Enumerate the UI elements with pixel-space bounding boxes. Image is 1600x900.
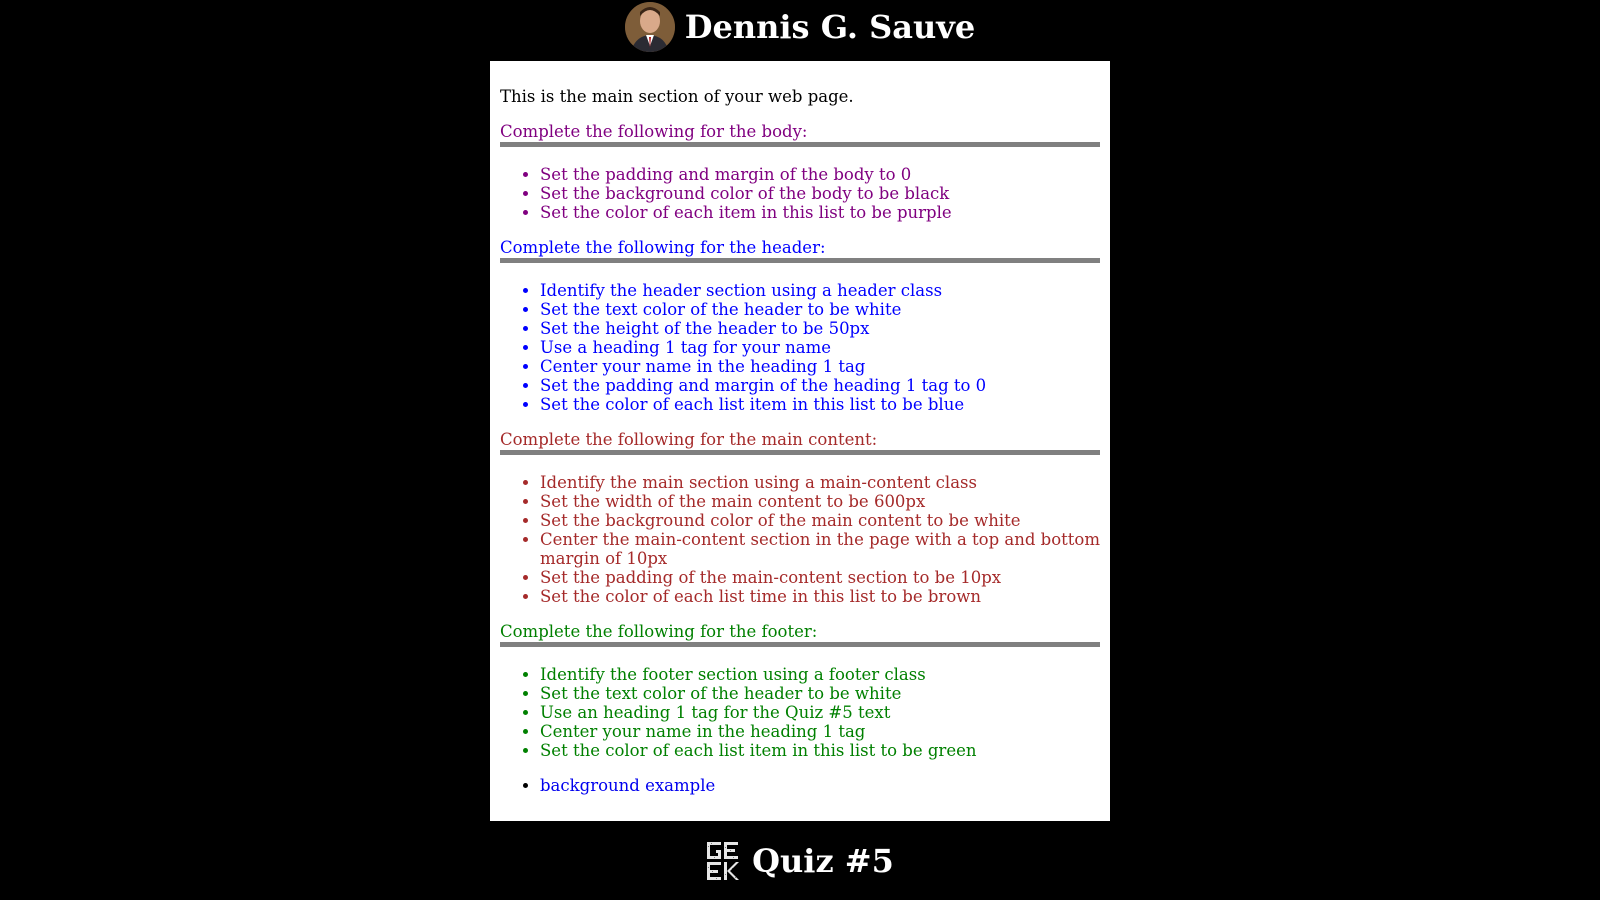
list-item: Set the text color of the header to be w… bbox=[540, 684, 1100, 703]
footer-title: Quiz #5 bbox=[752, 842, 894, 880]
footer-heading: Quiz #5 bbox=[706, 840, 894, 882]
list-item: Set the background color of the body to … bbox=[540, 184, 1100, 203]
header-heading: Dennis G. Sauve bbox=[624, 2, 976, 52]
list-item: Center the main-content section in the p… bbox=[540, 530, 1100, 568]
list-item: Identify the header section using a head… bbox=[540, 281, 1100, 300]
list-item: Set the height of the header to be 50px bbox=[540, 319, 1100, 338]
main-content-requirements-list: Identify the main section using a main-c… bbox=[500, 473, 1100, 606]
main-content-section-title: Complete the following for the main cont… bbox=[500, 430, 1100, 455]
intro-text: This is the main section of your web pag… bbox=[500, 87, 854, 106]
list-item: Set the color of each list item in this … bbox=[540, 741, 1100, 760]
list-item: Set the padding of the main-content sect… bbox=[540, 568, 1100, 587]
list-item: Identify the main section using a main-c… bbox=[540, 473, 1100, 492]
site-owner-name: Dennis G. Sauve bbox=[684, 8, 976, 46]
list-item: Set the width of the main content to be … bbox=[540, 492, 1100, 511]
list-item: Set the color of each list item in this … bbox=[540, 395, 1100, 414]
body-section-title: Complete the following for the body: bbox=[500, 122, 1100, 147]
header-section-title: Complete the following for the header: bbox=[500, 238, 1100, 263]
avatar bbox=[624, 2, 675, 52]
page-footer: Quiz #5 bbox=[0, 831, 1600, 891]
geek-logo-icon bbox=[706, 840, 741, 882]
footer-section-title: Complete the following for the footer: bbox=[500, 622, 1100, 647]
body-requirements-list: Set the padding and margin of the body t… bbox=[500, 165, 1100, 222]
list-item: background example bbox=[540, 776, 1100, 795]
example-links-list: background example bbox=[500, 776, 1100, 795]
list-item: Set the background color of the main con… bbox=[540, 511, 1100, 530]
list-item: Set the color of each item in this list … bbox=[540, 203, 1100, 222]
list-item: Identify the footer section using a foot… bbox=[540, 665, 1100, 684]
list-item: Set the color of each list time in this … bbox=[540, 587, 1100, 606]
list-item: Use a heading 1 tag for your name bbox=[540, 338, 1100, 357]
page-header: Dennis G. Sauve bbox=[0, 0, 1600, 53]
background-example-link[interactable]: background example bbox=[540, 776, 715, 795]
header-requirements-list: Identify the header section using a head… bbox=[500, 281, 1100, 414]
list-item: Use an heading 1 tag for the Quiz #5 tex… bbox=[540, 703, 1100, 722]
list-item: Center your name in the heading 1 tag bbox=[540, 722, 1100, 741]
list-item: Set the padding and margin of the body t… bbox=[540, 165, 1100, 184]
list-item: Set the padding and margin of the headin… bbox=[540, 376, 1100, 395]
footer-requirements-list: Identify the footer section using a foot… bbox=[500, 665, 1100, 760]
list-item: Center your name in the heading 1 tag bbox=[540, 357, 1100, 376]
main-content: This is the main section of your web pag… bbox=[490, 61, 1110, 821]
list-item: Set the text color of the header to be w… bbox=[540, 300, 1100, 319]
